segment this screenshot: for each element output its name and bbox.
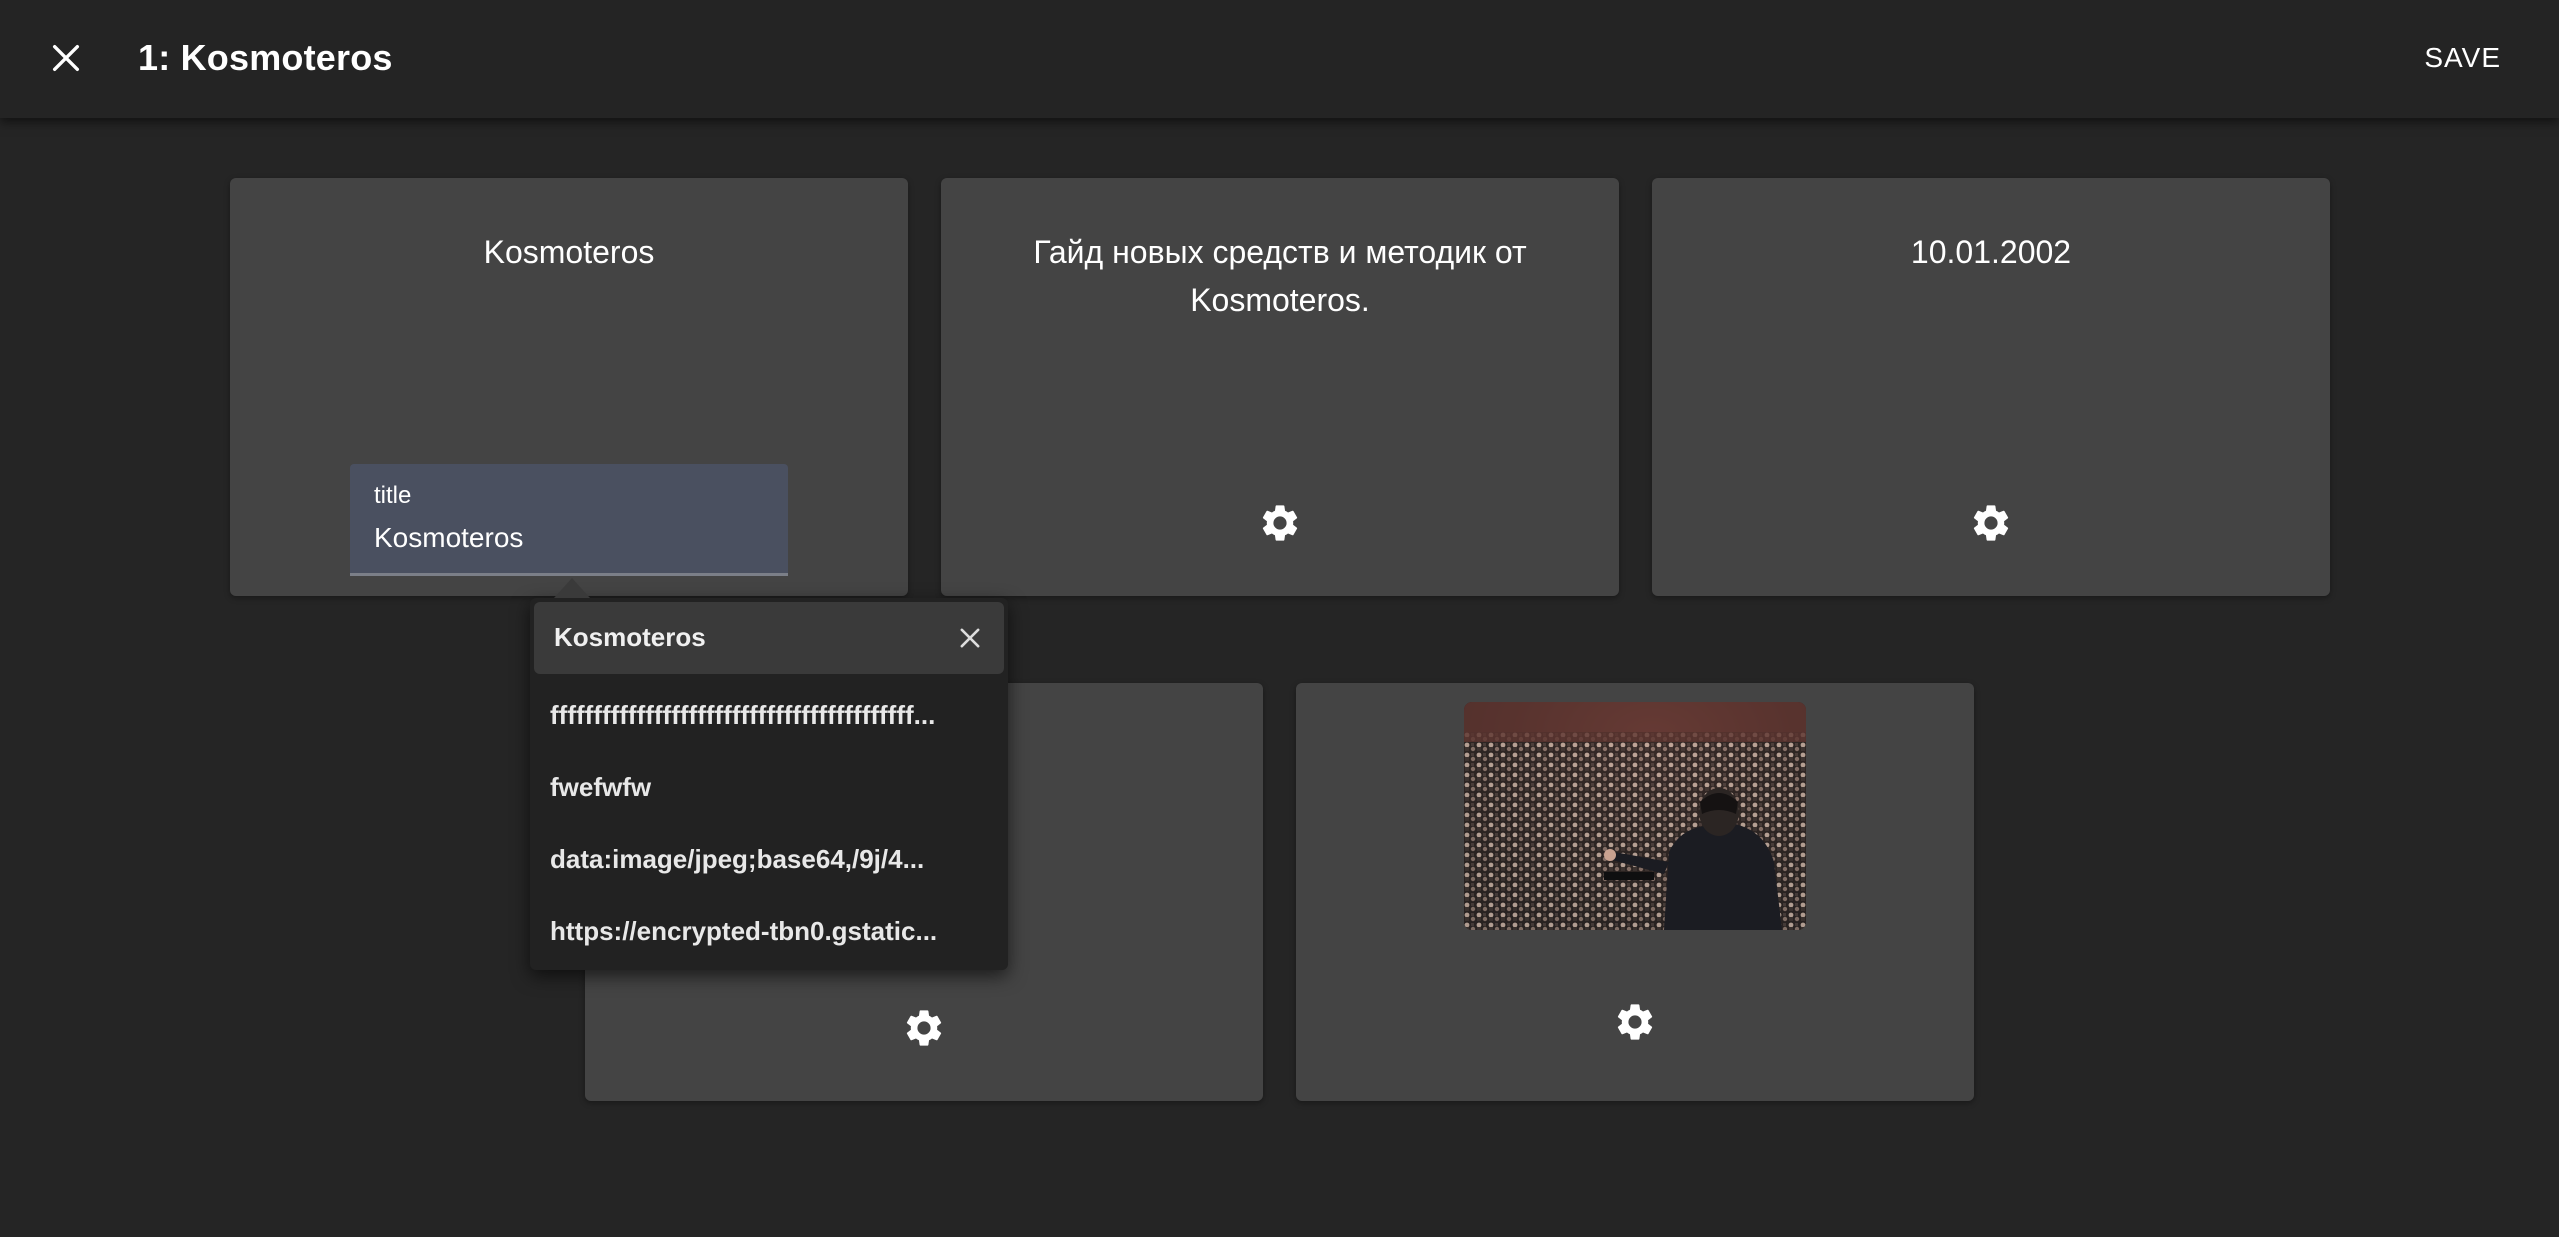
dropdown-search-value[interactable]: Kosmoteros bbox=[554, 622, 706, 653]
app: 1: Kosmoteros SAVE Kosmoteros Гайд новых… bbox=[0, 0, 2559, 1237]
title-field-label: title bbox=[374, 482, 412, 509]
page-title: 1: Kosmoteros bbox=[138, 37, 393, 78]
title-field-value[interactable]: Kosmoteros bbox=[374, 522, 523, 554]
card-description[interactable]: Гайд новых средств и методик от Kosmoter… bbox=[941, 178, 1619, 596]
dropdown-option[interactable]: https://encrypted-tbn0.gstatic... bbox=[550, 916, 990, 956]
clear-search-button[interactable] bbox=[956, 624, 984, 652]
gear-icon bbox=[1617, 1004, 1653, 1040]
dropdown-option[interactable]: ffffffffffffffffffffffffffffffffffffffff… bbox=[550, 700, 990, 740]
autocomplete-dropdown: Kosmoteros fffffffffffffffffffffffffffff… bbox=[530, 598, 1008, 970]
close-button[interactable] bbox=[38, 30, 94, 86]
dropdown-arrow bbox=[554, 578, 590, 598]
title-field[interactable]: title Kosmoteros bbox=[350, 464, 788, 576]
save-button[interactable]: SAVE bbox=[2424, 30, 2501, 86]
dropdown-option[interactable]: data:image/jpeg;base64,/9j/4... bbox=[550, 844, 990, 884]
top-bar: 1: Kosmoteros SAVE bbox=[0, 0, 2559, 118]
dropdown-option[interactable]: fwefwfw bbox=[550, 772, 990, 812]
gear-icon bbox=[906, 1010, 942, 1046]
card-title-text: Kosmoteros bbox=[483, 234, 655, 270]
settings-button[interactable] bbox=[901, 1005, 947, 1051]
close-icon bbox=[52, 44, 80, 72]
close-icon bbox=[960, 628, 980, 648]
card-date[interactable]: 10.01.2002 bbox=[1652, 178, 2330, 596]
gear-icon bbox=[1262, 505, 1298, 541]
conference-photo bbox=[1464, 702, 1806, 930]
settings-button[interactable] bbox=[1968, 500, 2014, 546]
gear-icon bbox=[1973, 505, 2009, 541]
card-date-text: 10.01.2002 bbox=[1910, 234, 2072, 270]
settings-button[interactable] bbox=[1257, 500, 1303, 546]
conference-photo-image bbox=[1464, 702, 1806, 930]
dropdown-search[interactable]: Kosmoteros bbox=[534, 602, 1004, 674]
card-description-text: Гайд новых средств и методик от Kosmoter… bbox=[1033, 234, 1527, 318]
settings-button[interactable] bbox=[1612, 999, 1658, 1045]
